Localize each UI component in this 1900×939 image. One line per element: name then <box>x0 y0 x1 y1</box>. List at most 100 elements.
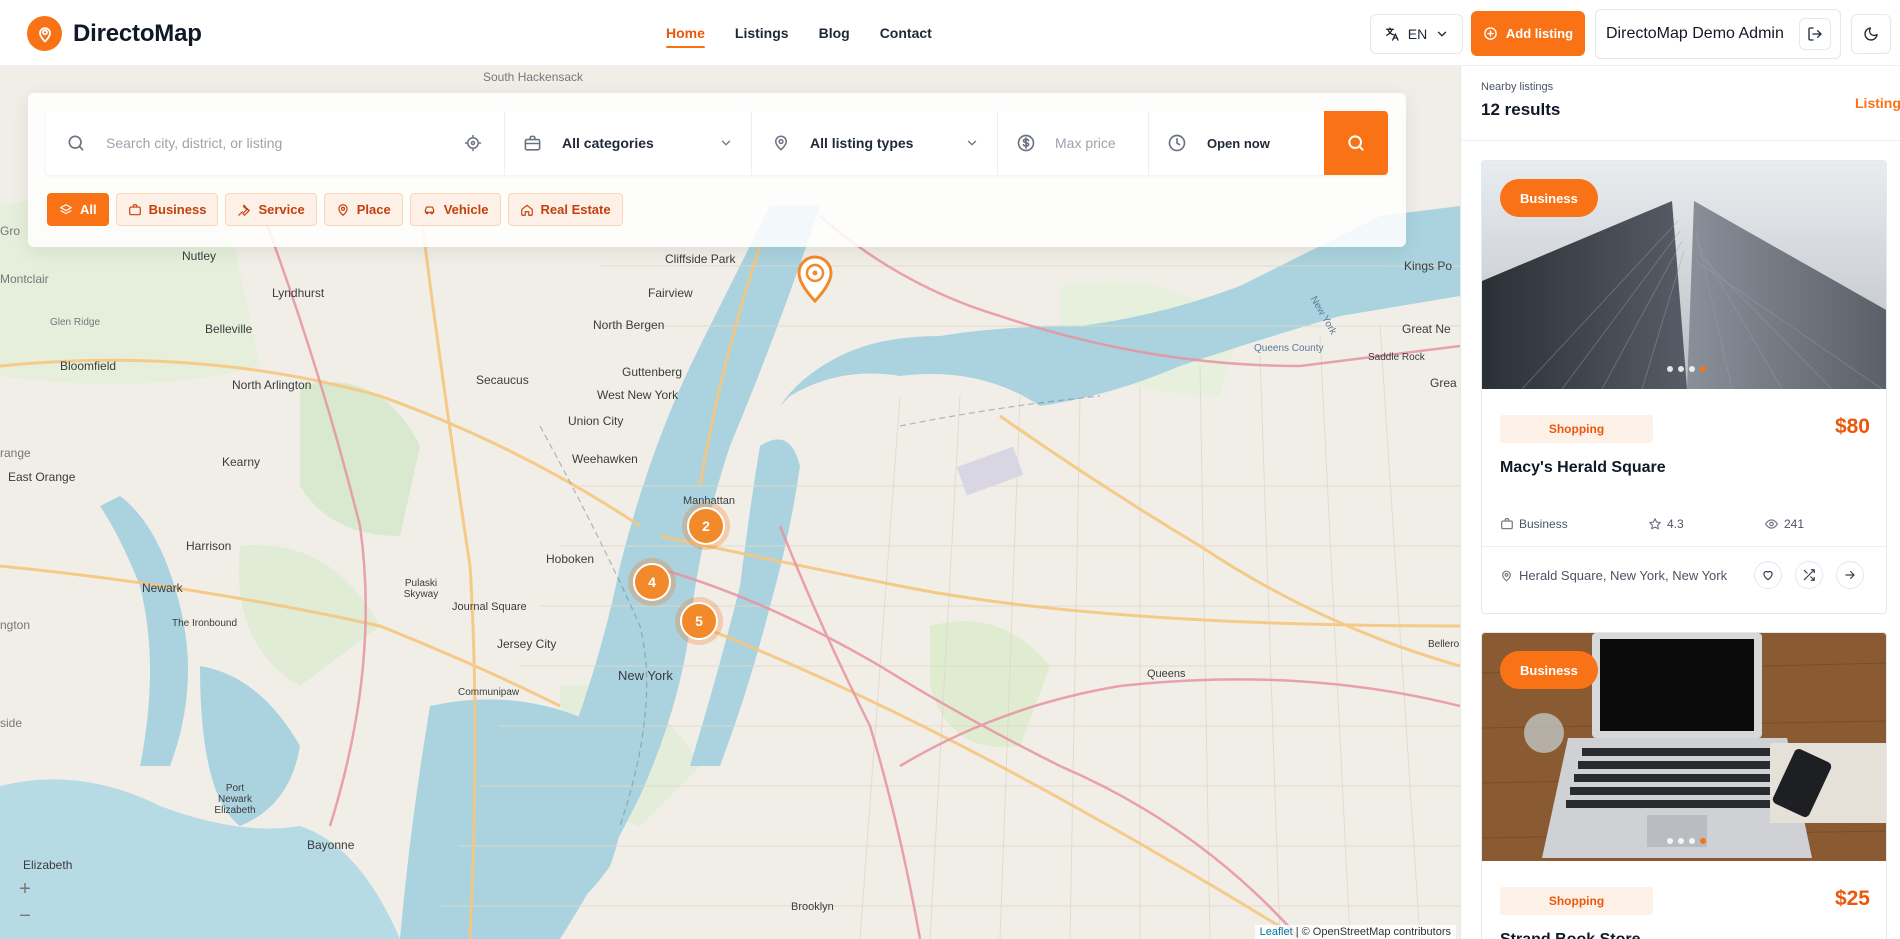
dollar-icon <box>1017 134 1035 152</box>
chip-label: Place <box>356 202 391 217</box>
carousel-dots[interactable] <box>1667 838 1706 844</box>
zoom-in-button[interactable]: + <box>10 876 40 902</box>
chip-all[interactable]: All <box>47 193 109 226</box>
listing-card[interactable]: Business Shopping $80 Macy's Herald Squa… <box>1481 160 1887 614</box>
cluster-count: 4 <box>633 563 671 601</box>
zoom-out-button[interactable]: − <box>10 903 40 929</box>
car-icon <box>424 206 434 214</box>
favorite-button[interactable] <box>1754 561 1782 589</box>
results-panel: Nearby listings 12 results Listings <box>1460 66 1900 939</box>
chip-business[interactable]: Business <box>115 193 219 226</box>
crosshair-icon[interactable] <box>464 134 482 152</box>
chip-label: Real Estate <box>540 202 611 217</box>
map-cluster[interactable]: 5 <box>675 597 723 645</box>
brand-name: DirectoMap <box>73 19 202 47</box>
chevron-down-icon <box>721 140 731 146</box>
cluster-count: 2 <box>687 507 725 545</box>
carousel-dot[interactable] <box>1700 838 1706 844</box>
listing-title[interactable]: Strand Book Store <box>1500 931 1640 939</box>
max-price-field[interactable]: Max price <box>998 111 1149 175</box>
leaflet-link[interactable]: Leaflet <box>1260 926 1293 938</box>
chevron-down-icon <box>1438 31 1447 37</box>
carousel-dot[interactable] <box>1667 838 1673 844</box>
home-icon <box>520 204 533 216</box>
map-pin-icon <box>775 135 787 151</box>
user-menu[interactable]: DirectoMap Demo Admin <box>1595 9 1841 59</box>
listing-address: Herald Square, New York, New York <box>1500 568 1727 583</box>
shuffle-icon <box>1803 569 1815 581</box>
divider <box>1461 140 1900 141</box>
main-nav: Home Listings Blog Contact <box>666 0 962 66</box>
search-icon <box>68 135 84 151</box>
nav-home[interactable]: Home <box>666 25 705 48</box>
results-count: 12 results <box>1481 100 1561 119</box>
logout-button[interactable] <box>1799 18 1831 50</box>
user-name: DirectoMap Demo Admin <box>1606 25 1784 42</box>
map-pin-icon <box>338 203 348 216</box>
carousel-dot[interactable] <box>1678 366 1684 372</box>
listing-badge: Business <box>1500 179 1598 217</box>
carousel-dot[interactable] <box>1667 366 1673 372</box>
chip-real-estate[interactable]: Real Estate <box>507 193 623 226</box>
wrench-icon <box>238 204 251 216</box>
brand-logo-icon <box>27 16 62 51</box>
heart-icon <box>1763 570 1773 581</box>
category-tag: Shopping <box>1500 887 1653 915</box>
map-location-pin[interactable] <box>795 255 835 303</box>
briefcase-icon <box>524 135 541 151</box>
moon-icon <box>1864 27 1878 41</box>
address-text: Herald Square, New York, New York <box>1519 568 1728 583</box>
brand[interactable]: DirectoMap <box>27 16 202 51</box>
cluster-count: 5 <box>680 602 718 640</box>
listing-image[interactable]: Business <box>1482 161 1886 389</box>
max-price-input[interactable]: Max price <box>1055 135 1116 151</box>
chip-label: Business <box>148 202 207 217</box>
compare-button[interactable] <box>1795 561 1823 589</box>
carousel-dot[interactable] <box>1689 838 1695 844</box>
carousel-dot[interactable] <box>1689 366 1695 372</box>
search-bar: Search city, district, or listing All ca… <box>46 111 1388 175</box>
chip-label: Service <box>258 202 305 217</box>
open-now-label: Open now <box>1207 135 1270 151</box>
search-panel: Search city, district, or listing All ca… <box>28 93 1406 247</box>
carousel-dot[interactable] <box>1678 838 1684 844</box>
listing-type-select[interactable]: All listing types <box>752 111 998 175</box>
map-cluster[interactable]: 4 <box>628 558 676 606</box>
listing-badge: Business <box>1500 651 1598 689</box>
language-label: EN <box>1407 26 1428 42</box>
open-listing-button[interactable] <box>1836 561 1864 589</box>
language-selector[interactable]: EN <box>1370 14 1463 54</box>
chip-vehicle[interactable]: Vehicle <box>409 193 501 226</box>
search-field[interactable]: Search city, district, or listing <box>46 111 505 175</box>
results-subtitle: Nearby listings <box>1481 81 1554 93</box>
chip-label: All <box>80 202 97 217</box>
results-header: Nearby listings 12 results <box>1481 81 1560 120</box>
theme-toggle-button[interactable] <box>1851 14 1891 54</box>
chevron-down-icon <box>967 140 977 146</box>
nav-contact[interactable]: Contact <box>880 25 932 41</box>
chip-service[interactable]: Service <box>225 193 317 226</box>
nav-blog[interactable]: Blog <box>819 25 850 41</box>
category-value: All categories <box>562 135 654 151</box>
carousel-dot[interactable] <box>1700 366 1706 372</box>
listing-card[interactable]: Business Shopping $25 Strand Book Store <box>1481 632 1887 939</box>
osm-attribution: | © OpenStreetMap contributors <box>1295 926 1451 938</box>
search-submit-button[interactable] <box>1324 111 1388 175</box>
listings-link[interactable]: Listings <box>1855 95 1900 111</box>
search-input[interactable]: Search city, district, or listing <box>106 135 282 151</box>
chip-label: Vehicle <box>443 202 489 217</box>
listing-footer-area: Herald Square, New York, New York <box>1482 389 1886 613</box>
briefcase-icon <box>128 203 141 215</box>
location-pin-icon <box>797 255 833 303</box>
arrow-right-icon <box>1845 570 1855 580</box>
category-select[interactable]: All categories <box>505 111 752 175</box>
add-listing-label: Add listing <box>1505 26 1574 41</box>
carousel-dots[interactable] <box>1667 366 1706 372</box>
listing-image[interactable]: Business <box>1482 633 1886 861</box>
add-listing-button[interactable]: Add listing <box>1471 11 1585 56</box>
nav-listings[interactable]: Listings <box>735 25 789 41</box>
open-now-filter[interactable]: Open now <box>1149 111 1324 175</box>
divider <box>1482 546 1886 547</box>
map-cluster[interactable]: 2 <box>682 502 730 550</box>
chip-place[interactable]: Place <box>323 193 403 226</box>
